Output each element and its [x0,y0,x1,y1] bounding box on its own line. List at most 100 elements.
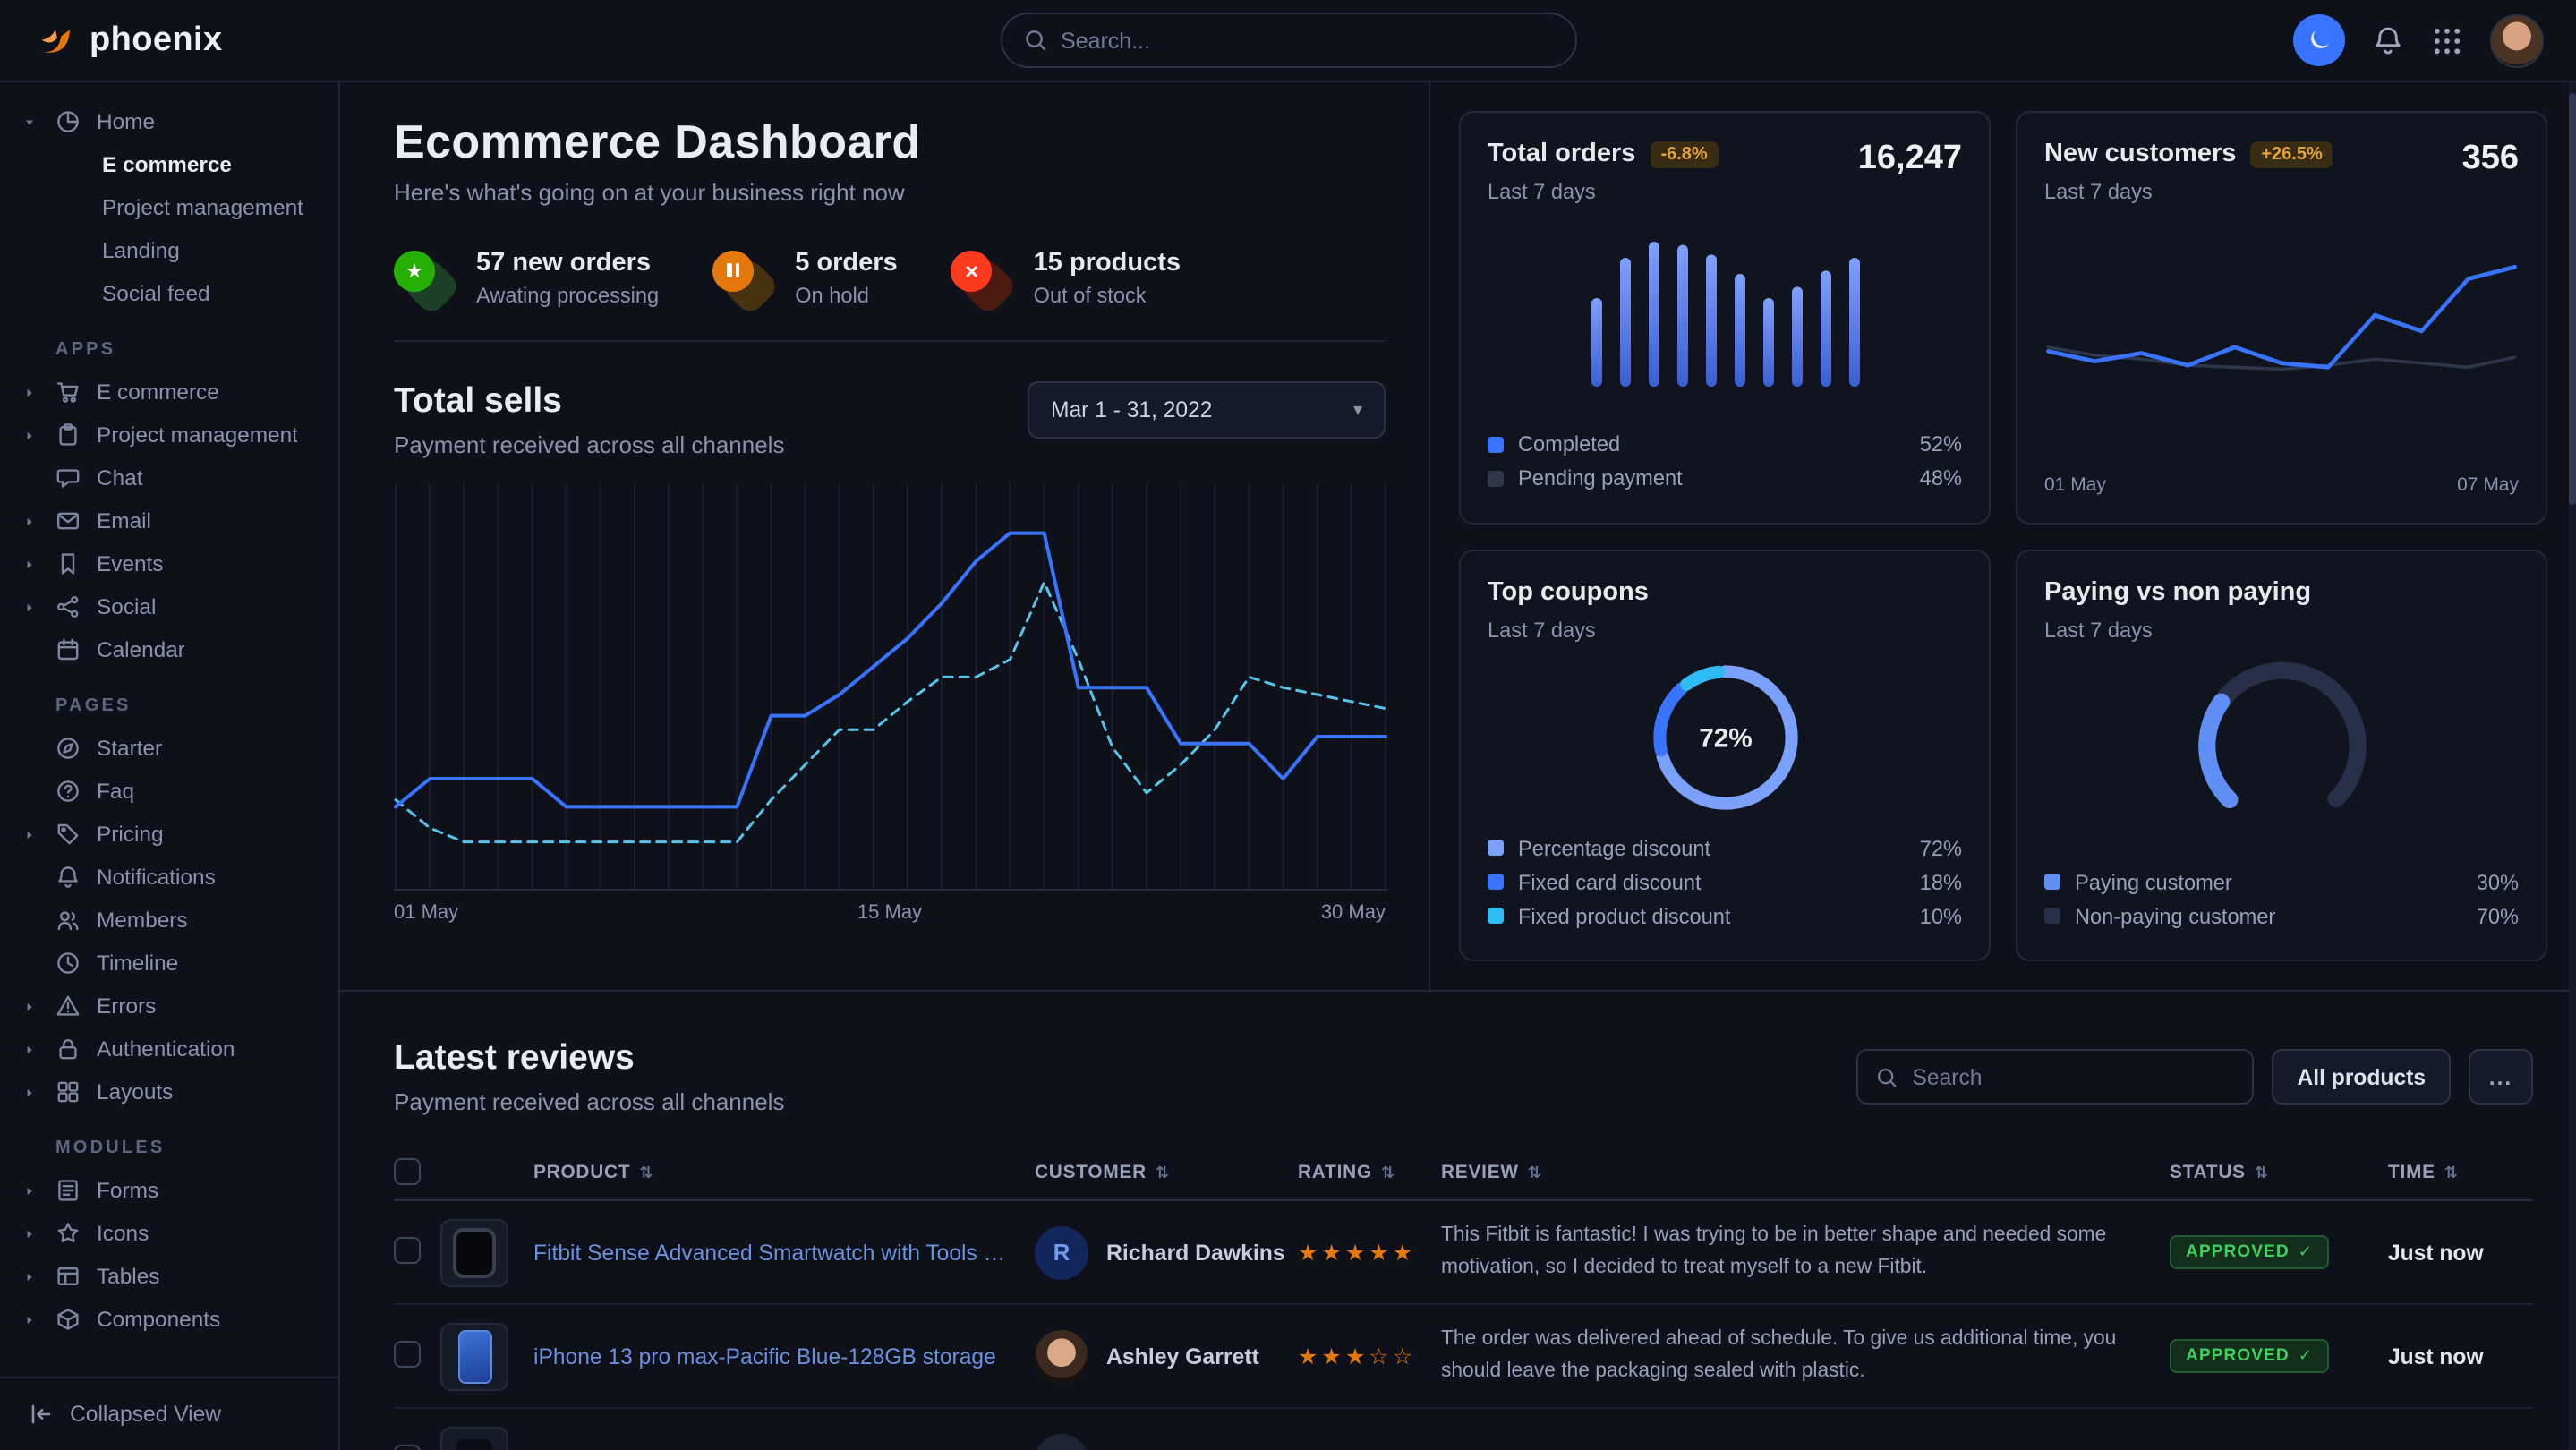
sidebar-item-forms[interactable]: Forms [23,1169,320,1212]
row-checkbox[interactable] [394,1340,421,1367]
sidebar-item-layouts[interactable]: Layouts [23,1070,320,1113]
legend-value: 30% [2477,869,2519,894]
sidebar-item-email[interactable]: Email [23,499,320,542]
review-table-row: iPhone 13 pro max-Pacific Blue-128GB sto… [394,1305,2533,1409]
product-thumbnail [440,1218,508,1286]
pause-stat-icon [712,250,773,307]
date-range-select[interactable]: Mar 1 - 31, 2022 ▾ [1028,382,1386,439]
review-table-row [394,1409,2533,1450]
sidebar-item-project-management[interactable]: Project management [23,186,320,229]
apps-grid-button[interactable] [2431,24,2463,56]
stat-awating-processing: ★57 new ordersAwating processing [394,249,659,309]
legend-value: 70% [2477,903,2519,928]
page-scrollbar[interactable] [2569,0,2576,1450]
reviews-search-input[interactable] [1913,1064,2235,1089]
select-all-cell [394,1157,440,1190]
status-cell: APPROVED✓ [2170,1235,2370,1269]
notifications-button[interactable] [2372,24,2404,56]
more-options-button[interactable]: ... [2469,1049,2533,1105]
select-all-checkbox[interactable] [394,1157,421,1184]
bell-icon [55,864,81,889]
column-header-review[interactable]: REVIEW⇅ [1441,1164,2170,1183]
clipboard-icon [55,422,81,447]
column-header-rating[interactable]: RATING⇅ [1298,1164,1441,1183]
x-tick: 30 May [1321,903,1386,925]
sort-icon: ⇅ [1528,1164,1542,1183]
stat-text: 5 ordersOn hold [795,249,897,309]
sidebar-item-chat[interactable]: Chat [23,456,320,499]
sidebar-item-label: Chat [97,465,143,490]
column-header-product[interactable]: PRODUCT⇅ [533,1164,1035,1183]
column-header-status[interactable]: STATUS⇅ [2170,1164,2370,1183]
stat-value: 57 new orders [476,249,659,280]
sidebar-item-e-commerce[interactable]: E commerce [23,371,320,414]
status-badge: APPROVED✓ [2170,1235,2329,1269]
card-period: Last 7 days [2044,179,2333,204]
sidebar-item-label: Layouts [97,1079,173,1105]
mail-icon [55,508,81,533]
sidebar-item-label: Components [97,1307,220,1332]
stat-value: 5 orders [795,249,897,280]
sidebar-item-starter[interactable]: Starter [23,727,320,770]
table-icon [55,1263,81,1288]
column-header-time[interactable]: TIME⇅ [2370,1164,2533,1183]
sidebar-item-icons[interactable]: Icons [23,1212,320,1255]
legend-label: Non-paying customer [2075,903,2275,928]
collapse-sidebar-button[interactable]: Collapsed View [0,1377,338,1450]
sidebar-item-social-feed[interactable]: Social feed [23,272,320,315]
brand[interactable]: phoenix [32,19,223,62]
sidebar-item-calendar[interactable]: Calendar [23,628,320,671]
caret-icon [23,1227,36,1240]
stats-row: ★57 new ordersAwating processing 5 orders… [394,249,1386,343]
alert-icon [55,993,81,1018]
total-orders-legend: Completed52%Pending payment48% [1488,427,1962,495]
sidebar-item-label: Social [97,594,156,619]
navbar-search[interactable] [1000,13,1576,68]
sidebar-item-errors[interactable]: Errors [23,985,320,1028]
review-table-row: Fitbit Sense Advanced Smartwatch with To… [394,1201,2533,1305]
product-link[interactable]: iPhone 13 pro max-Pacific Blue-128GB sto… [533,1343,1010,1369]
column-header-label: RATING [1298,1164,1372,1183]
sidebar-item-project-management[interactable]: Project management [23,414,320,456]
sidebar-item-home[interactable]: Home [23,100,320,143]
sidebar-item-pricing[interactable]: Pricing [23,813,320,856]
navbar-search-input[interactable] [1061,28,1553,53]
sidebar-item-label: Members [97,908,188,933]
row-checkbox[interactable] [394,1236,421,1263]
sidebar-item-landing[interactable]: Landing [23,229,320,272]
help-icon [55,778,81,803]
caret-icon [23,1000,36,1012]
paying-legend-item: Non-paying customer 70% [2044,899,2519,933]
reviews-search[interactable] [1857,1049,2255,1105]
legend-value: 48% [1920,465,1962,490]
product-link[interactable]: Fitbit Sense Advanced Smartwatch with To… [533,1240,1010,1265]
all-products-button[interactable]: All products [2273,1049,2451,1105]
sort-icon: ⇅ [639,1164,653,1183]
collapse-label: Collapsed View [70,1402,221,1427]
sidebar-item-authentication[interactable]: Authentication [23,1028,320,1070]
sidebar-item-members[interactable]: Members [23,899,320,942]
legend-label: Paying customer [2075,869,2232,894]
sidebar-item-timeline[interactable]: Timeline [23,942,320,985]
users-icon [55,907,81,932]
caret-icon [23,1184,36,1197]
sidebar-item-e-commerce[interactable]: E commerce [23,143,320,186]
reviews-toolbar: All products ... [1857,1049,2533,1105]
scrollbar-thumb[interactable] [2569,93,2576,505]
sidebar-item-notifications[interactable]: Notifications [23,856,320,899]
sidebar-item-components[interactable]: Components [23,1298,320,1341]
pause-glyph-icon [712,250,754,291]
sidebar-item-label: Forms [97,1178,158,1203]
sidebar-item-events[interactable]: Events [23,542,320,585]
caret-icon [23,429,36,441]
sidebar-item-faq[interactable]: Faq [23,770,320,813]
sort-icon: ⇅ [1156,1164,1170,1183]
chat-icon [55,465,81,490]
user-avatar[interactable] [2490,13,2544,67]
sidebar-item-tables[interactable]: Tables [23,1255,320,1298]
theme-toggle-button[interactable] [2293,14,2345,66]
sidebar-item-label: Project management [97,422,298,448]
column-header-customer[interactable]: CUSTOMER⇅ [1035,1164,1298,1183]
sidebar-item-label: Timeline [97,951,178,976]
sidebar-item-social[interactable]: Social [23,585,320,628]
